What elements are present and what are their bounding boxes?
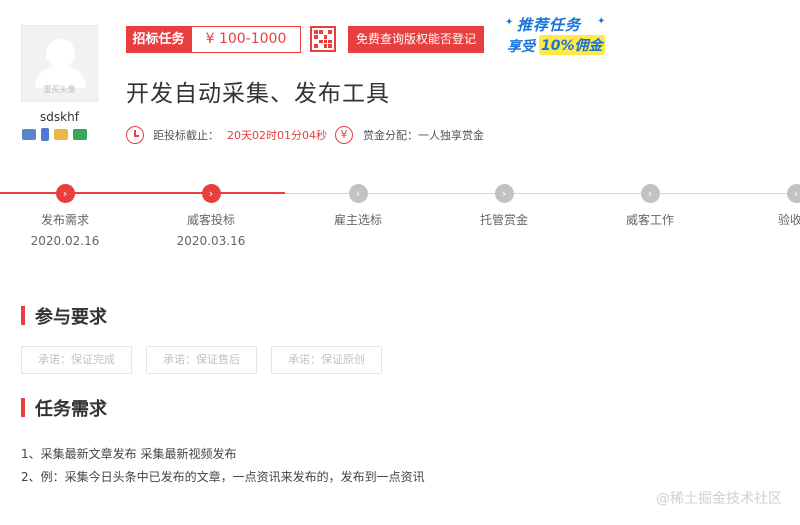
step-escrow: › 托管赏金 bbox=[454, 184, 554, 228]
step-date: 2020.03.16 bbox=[176, 234, 246, 248]
chevron-right-icon: › bbox=[786, 184, 800, 203]
pledge-item: 承诺：保证完成 bbox=[21, 346, 132, 374]
requirements-heading: 参与要求 bbox=[21, 303, 107, 329]
task-progress: › 发布需求 2020.02.16 › 威客投标 2020.03.16 › 雇主… bbox=[0, 0, 800, 260]
step-publish: › 发布需求 2020.02.16 bbox=[15, 184, 115, 248]
pledge-item: 承诺：保证售后 bbox=[146, 346, 257, 374]
chevron-right-icon: › bbox=[640, 184, 660, 203]
step-label: 托管赏金 bbox=[479, 213, 528, 227]
step-label: 威客投标 bbox=[186, 213, 235, 227]
need-item: 1、采集最新文章发布 采集最新视频发布 bbox=[21, 447, 237, 461]
pledge-item: 承诺：保证原创 bbox=[271, 346, 382, 374]
step-bid: › 威客投标 2020.03.16 bbox=[161, 184, 261, 248]
step-label: 雇主选标 bbox=[333, 213, 382, 227]
chevron-right-icon: › bbox=[201, 184, 221, 203]
task-needs-heading: 任务需求 bbox=[21, 395, 107, 421]
watermark: @稀土掘金技术社区 bbox=[656, 491, 782, 507]
pledge-list: 承诺：保证完成 承诺：保证售后 承诺：保证原创 bbox=[21, 346, 382, 374]
step-date: 2020.02.16 bbox=[30, 234, 100, 248]
chevron-right-icon: › bbox=[348, 184, 368, 203]
chevron-right-icon: › bbox=[494, 184, 514, 203]
step-select: › 雇主选标 bbox=[308, 184, 408, 228]
need-item: 2、例：采集今日头条中已发布的文章，一点资讯来发布的，发布到一点资讯 bbox=[21, 470, 425, 484]
step-accept: › 验收付 bbox=[746, 184, 800, 228]
step-label: 威客工作 bbox=[625, 213, 674, 227]
chevron-right-icon: › bbox=[55, 184, 75, 203]
step-label: 发布需求 bbox=[40, 213, 89, 227]
step-label: 验收付 bbox=[777, 213, 800, 227]
step-work: › 威客工作 bbox=[600, 184, 700, 228]
